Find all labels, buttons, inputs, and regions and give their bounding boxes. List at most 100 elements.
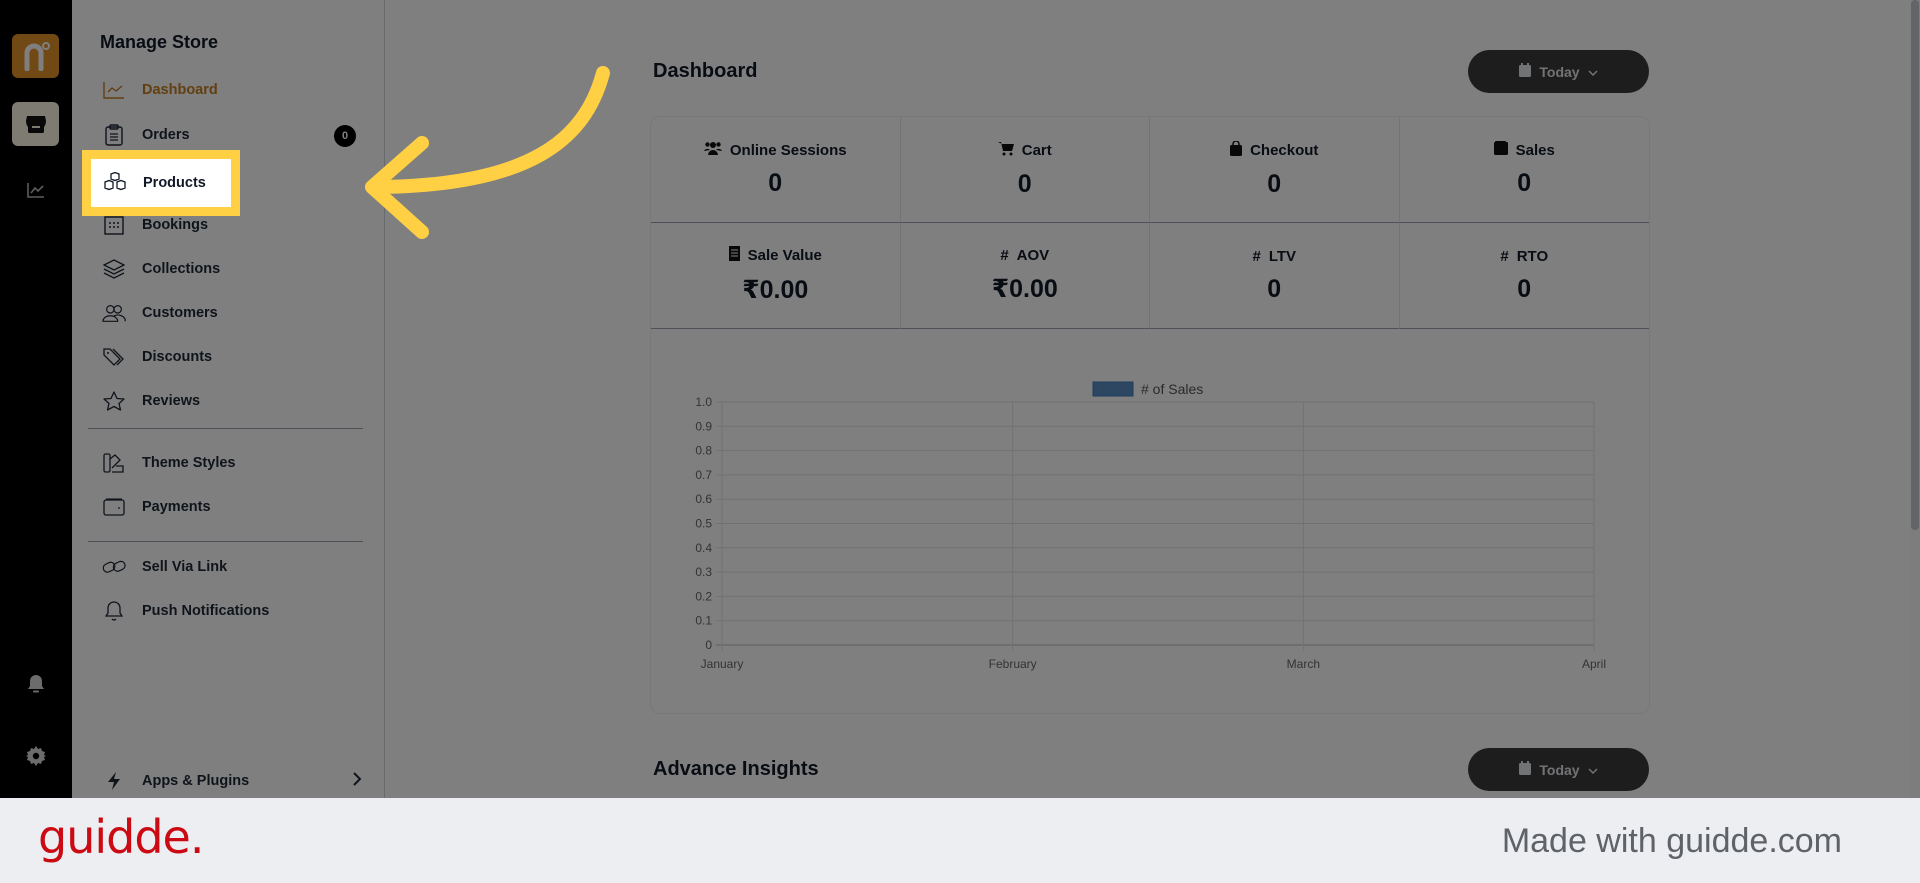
stat-cart: Cart 0 xyxy=(900,117,1150,223)
stat-label: RTO xyxy=(1516,247,1549,265)
guidde-footer: guidde. Made with guidde.com xyxy=(0,798,1920,883)
x-tick-label: April xyxy=(1582,657,1606,671)
stat-value: 0 xyxy=(768,169,783,197)
chevron-right-icon xyxy=(352,771,362,791)
bag-icon xyxy=(1230,139,1243,160)
main-content: Dashboard Today Online Sessions 0 Cart 0 xyxy=(385,0,1920,798)
sidebar-item-label: Push Notifications xyxy=(142,603,270,619)
sidebar-item-label: Collections xyxy=(142,261,221,277)
stat-label: AOV xyxy=(1016,247,1050,264)
chart-line-icon xyxy=(102,78,126,102)
calendar-icon xyxy=(1519,761,1532,778)
brand-logo-icon[interactable] xyxy=(12,34,59,78)
sidebar-item-sell-via-link[interactable]: Sell Via Link xyxy=(102,551,362,583)
sidebar-item-label: Theme Styles xyxy=(142,455,236,471)
bell-icon[interactable] xyxy=(12,662,59,706)
cart-icon xyxy=(997,141,1014,160)
guidde-logo: guidde. xyxy=(38,810,204,864)
sidebar-item-label: Orders xyxy=(142,127,190,143)
clipboard-icon xyxy=(102,123,126,147)
date-filter-button[interactable]: Today xyxy=(1468,50,1649,93)
sidebar-item-payments[interactable]: Payments xyxy=(102,491,362,523)
stat-rto: # RTO 0 xyxy=(1399,223,1649,329)
sales-chart-svg: # of Sales 0 0.1 0.2 0.3 0.4 0.5 0.6 0.7 0.8 0.9 1.… xyxy=(695,381,1606,671)
sidebar: Manage Store Dashboard Orders 0 Products xyxy=(72,0,385,798)
orders-count-badge: 0 xyxy=(334,125,356,147)
date-filter-label: Today xyxy=(1539,761,1580,778)
stat-sale-value: Sale Value ₹0.00 xyxy=(651,223,901,329)
stat-label: Sales xyxy=(1515,141,1555,159)
star-icon xyxy=(102,389,126,413)
calendar-icon xyxy=(1519,63,1532,80)
sidebar-item-push-notifications[interactable]: Push Notifications xyxy=(102,595,362,627)
boxes-icon xyxy=(103,171,127,195)
sidebar-item-collections[interactable]: Collections xyxy=(102,253,362,285)
stat-label: Online Sessions xyxy=(729,141,847,159)
y-tick-label: 0.5 xyxy=(695,517,712,531)
sidebar-item-label: Sell Via Link xyxy=(142,559,228,575)
legend-swatch xyxy=(1092,381,1134,397)
stat-value: ₹0.00 xyxy=(742,276,809,304)
x-tick-label: January xyxy=(701,657,744,671)
users-icon xyxy=(703,141,722,159)
layers-icon xyxy=(102,257,126,281)
y-tick-label: 0.9 xyxy=(695,419,712,433)
stat-label: Sale Value xyxy=(747,247,822,264)
sidebar-item-label: Bookings xyxy=(142,217,209,233)
stats-grid: Online Sessions 0 Cart 0 Checkout 0 Sale… xyxy=(651,117,1649,329)
stat-label: LTV xyxy=(1268,247,1297,265)
stat-value: 0 xyxy=(1267,169,1282,198)
y-tick-label: 0.8 xyxy=(695,444,712,458)
insights-date-filter-button[interactable]: Today xyxy=(1468,748,1649,791)
swatch-icon xyxy=(102,451,126,475)
sales-chart: # of Sales 0 0.1 0.2 0.3 0.4 0.5 0.6 0.7 0.8 0.9 1.… xyxy=(651,329,1649,713)
y-tick-label: 0.7 xyxy=(695,468,712,482)
store-icon[interactable] xyxy=(12,102,59,146)
page-scrollbar[interactable] xyxy=(1910,0,1920,798)
bolt-icon xyxy=(102,772,126,790)
receipt-icon xyxy=(728,246,740,265)
calendar-grid-icon xyxy=(102,213,126,237)
sidebar-item-discounts[interactable]: Discounts xyxy=(102,341,362,373)
gear-icon[interactable] xyxy=(12,734,59,778)
sidebar-divider xyxy=(88,428,363,429)
dashboard-card: Online Sessions 0 Cart 0 Checkout 0 Sale… xyxy=(650,116,1650,714)
sidebar-item-dashboard[interactable]: Dashboard xyxy=(102,74,362,106)
apps-plugins-button[interactable]: Apps & Plugins xyxy=(102,765,362,797)
highlighted-products-item[interactable]: Products xyxy=(82,150,240,216)
sidebar-item-customers[interactable]: Customers xyxy=(102,297,362,329)
sidebar-item-theme-styles[interactable]: Theme Styles xyxy=(102,447,362,479)
y-tick-label: 0.4 xyxy=(695,541,712,555)
scrollbar-thumb[interactable] xyxy=(1911,0,1919,530)
stat-value: 0 xyxy=(1517,169,1532,197)
sidebar-item-label: Customers xyxy=(142,305,218,321)
y-tick-label: 0.3 xyxy=(695,565,712,579)
stat-sales: Sales 0 xyxy=(1399,117,1649,223)
app-window: Manage Store Dashboard Orders 0 Products xyxy=(0,0,1920,798)
stat-value: ₹0.00 xyxy=(991,275,1058,303)
hash-icon: # xyxy=(1000,247,1009,264)
sidebar-item-orders[interactable]: Orders 0 xyxy=(102,119,362,151)
y-tick-label: 0.6 xyxy=(695,492,712,506)
x-tick-label: February xyxy=(989,657,1037,671)
stat-aov: # AOV ₹0.00 xyxy=(900,223,1150,329)
chevron-down-icon xyxy=(1588,64,1598,80)
wallet-icon xyxy=(102,495,126,519)
stat-value: 0 xyxy=(1267,274,1282,303)
stat-value: 0 xyxy=(1517,274,1532,303)
sidebar-item-label: Reviews xyxy=(142,393,201,409)
hash-icon: # xyxy=(1500,247,1509,265)
sidebar-item-label: Dashboard xyxy=(142,82,218,98)
y-tick-label: 0.2 xyxy=(695,589,712,603)
highlighted-label: Products xyxy=(143,175,206,191)
made-with-text: Made with guidde.com xyxy=(1501,822,1842,860)
sidebar-divider xyxy=(88,541,363,542)
x-tick-label: March xyxy=(1287,657,1320,671)
icon-rail xyxy=(0,0,72,798)
sidebar-item-label: Discounts xyxy=(142,349,213,365)
chevron-down-icon xyxy=(1588,762,1598,778)
sidebar-item-reviews[interactable]: Reviews xyxy=(102,385,362,417)
link-icon xyxy=(102,555,126,579)
analytics-icon[interactable] xyxy=(12,168,59,212)
tags-icon xyxy=(102,345,126,369)
